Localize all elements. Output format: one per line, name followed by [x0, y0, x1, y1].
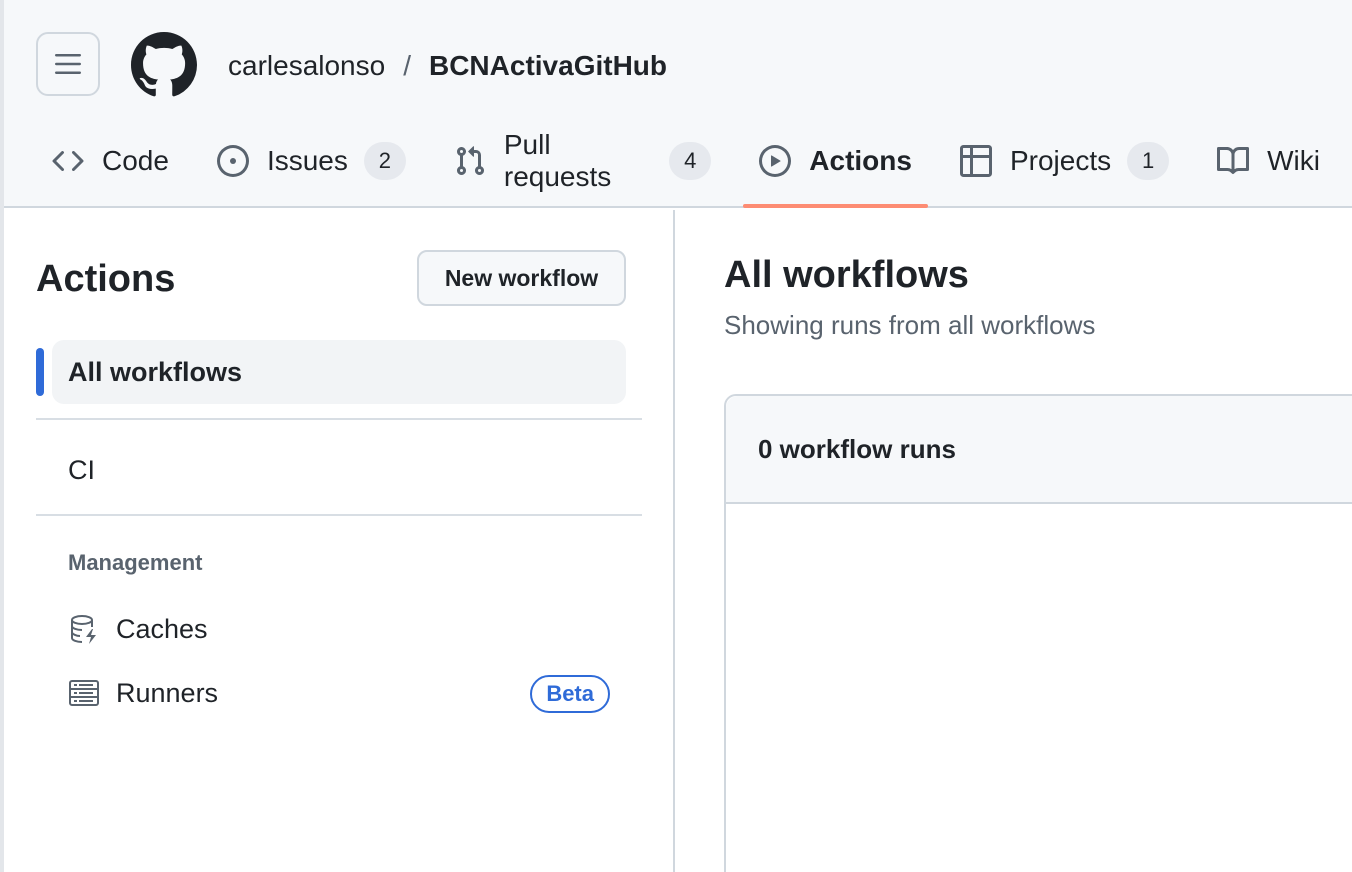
- table-icon: [959, 145, 992, 177]
- tab-actions[interactable]: Actions: [743, 128, 928, 208]
- tab-actions-label: Actions: [809, 145, 912, 176]
- breadcrumb: carlesalonso / BCNActivaGitHub: [228, 44, 667, 88]
- tab-projects-label: Projects: [1009, 145, 1112, 176]
- git-pull-request-icon: [456, 146, 484, 176]
- page-title: All workflows: [724, 254, 969, 296]
- issue-opened-icon: [216, 145, 249, 177]
- page-subtitle: Showing runs from all workflows: [724, 310, 1096, 340]
- breadcrumb-separator: /: [403, 50, 411, 81]
- sidebar-item-label: Caches: [116, 613, 208, 644]
- management-heading: Management: [68, 550, 203, 575]
- tab-issues[interactable]: Issues 2: [201, 128, 422, 194]
- book-icon: [1217, 146, 1250, 174]
- sidebar-item-all-workflows[interactable]: All workflows: [52, 340, 626, 404]
- new-workflow-button[interactable]: New workflow: [417, 250, 626, 306]
- sidebar-item-label: All workflows: [68, 356, 243, 387]
- actions-sidebar: Actions New workflow All workflows CI Ma…: [4, 210, 675, 872]
- divider: [36, 418, 642, 420]
- tab-pull-requests[interactable]: Pull requests 4: [438, 128, 727, 194]
- tab-issues-label: Issues: [266, 145, 348, 176]
- tab-projects[interactable]: Projects 1: [944, 128, 1185, 194]
- beta-badge: Beta: [530, 675, 610, 713]
- tab-code[interactable]: Code: [36, 128, 185, 194]
- menu-button[interactable]: [36, 32, 100, 96]
- issues-count-badge: 2: [363, 142, 406, 180]
- tab-pull-requests-label: Pull requests: [503, 129, 612, 192]
- sidebar-item-label: Runners: [116, 677, 219, 708]
- workflow-runs-count: 0 workflow runs: [758, 433, 956, 464]
- code-icon: [52, 150, 84, 172]
- workflow-runs-panel: 0 workflow runs: [724, 394, 1352, 872]
- repo-nav: Code Issues 2 Pull requests 4 Actions Pr…: [36, 128, 1352, 208]
- divider: [36, 514, 642, 516]
- sidebar-item-label: CI: [68, 454, 95, 485]
- pull-requests-count-badge: 4: [669, 142, 712, 180]
- github-logo-icon[interactable]: [131, 32, 197, 98]
- tab-wiki-label: Wiki: [1267, 145, 1320, 176]
- workflow-runs-header: 0 workflow runs: [726, 396, 1352, 504]
- active-item-indicator: [36, 348, 44, 396]
- tab-code-label: Code: [102, 145, 169, 176]
- database-icon: [71, 615, 96, 644]
- sidebar-item-ci[interactable]: CI: [52, 438, 626, 502]
- hamburger-icon: [55, 54, 81, 74]
- repo-name-link[interactable]: BCNActivaGitHub: [429, 50, 667, 82]
- repo-header: carlesalonso / BCNActivaGitHub Code Issu…: [0, 0, 1352, 208]
- projects-count-badge: 1: [1127, 142, 1170, 180]
- play-icon: [759, 145, 792, 177]
- sidebar-item-caches[interactable]: Caches: [52, 601, 626, 657]
- server-icon: [69, 680, 99, 706]
- repo-owner-link[interactable]: carlesalonso: [228, 50, 385, 82]
- sidebar-item-runners[interactable]: Runners Beta: [52, 665, 626, 721]
- tab-wiki[interactable]: Wiki: [1201, 128, 1336, 194]
- sidebar-title: Actions: [36, 258, 176, 300]
